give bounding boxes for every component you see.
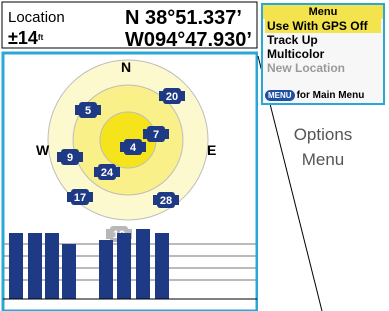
menu-footer-text: for Main Menu — [296, 90, 365, 101]
menu-footer: MENU for Main Menu — [265, 89, 381, 103]
menu-title: Menu — [263, 5, 383, 19]
menu-item-use-with-gps-off[interactable]: Use With GPS Off — [265, 19, 381, 33]
menu-item-new-location[interactable]: New Location — [265, 61, 381, 75]
options-menu: Menu Use With GPS Off Track Up Multicolo… — [261, 3, 385, 105]
menu-key-icon: MENU — [265, 89, 295, 101]
caption: Options Menu — [262, 122, 384, 172]
menu-item-track-up[interactable]: Track Up — [265, 33, 381, 47]
menu-item-multicolor[interactable]: Multicolor — [265, 47, 381, 61]
caption-line-1: Options — [293, 125, 353, 144]
caption-line-2: Menu — [301, 150, 345, 169]
